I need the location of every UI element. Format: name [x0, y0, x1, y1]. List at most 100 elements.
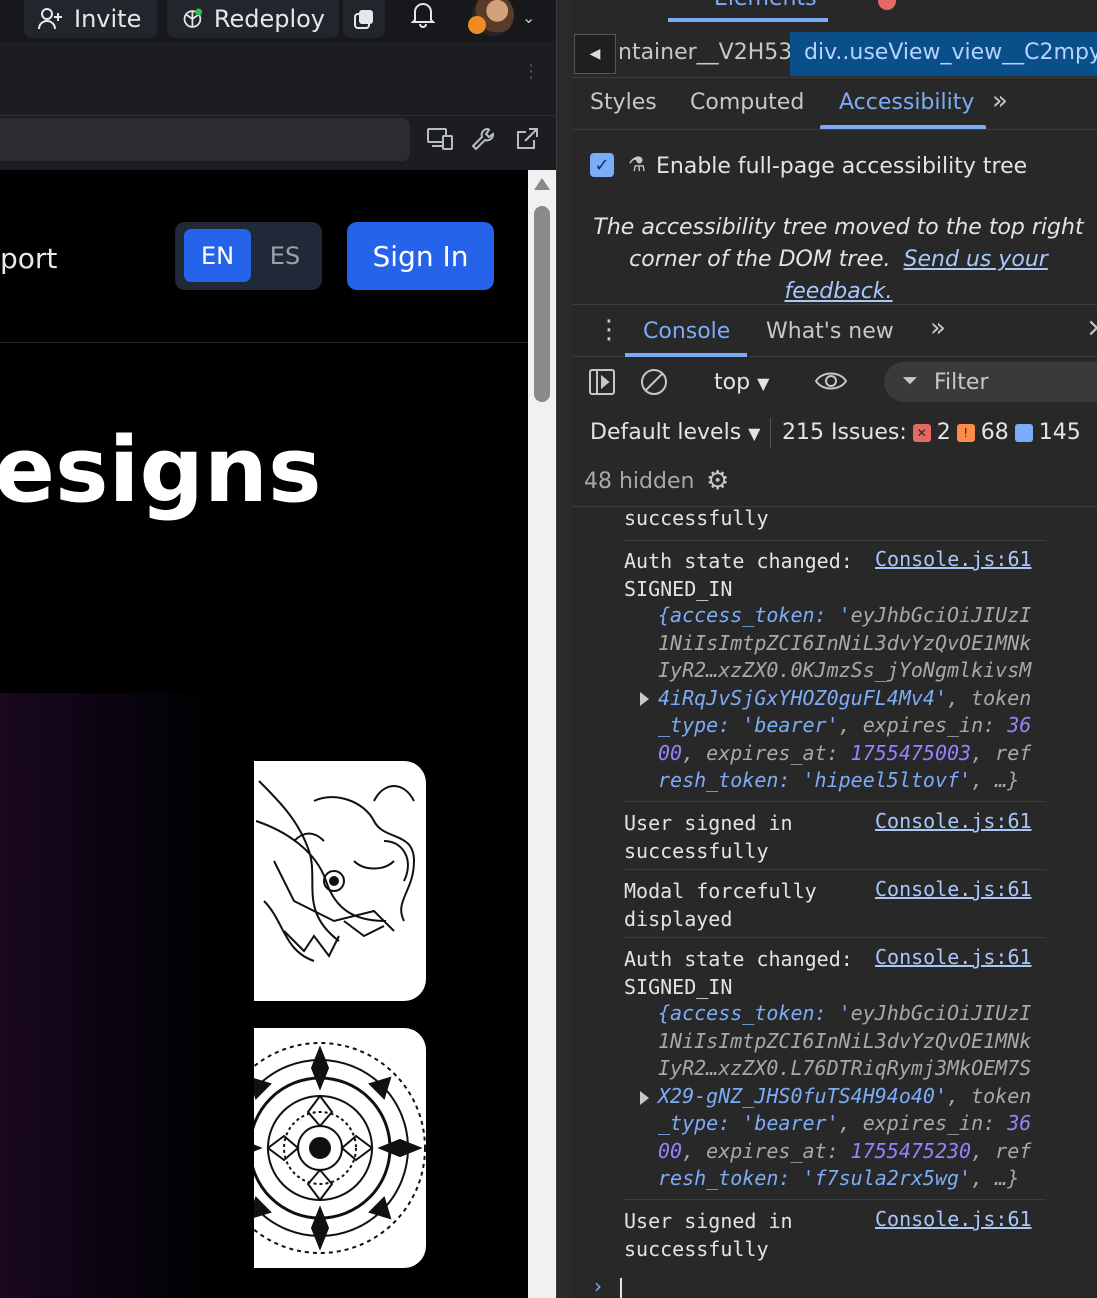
lang-en-button[interactable]: EN: [184, 229, 251, 282]
lang-es-button[interactable]: ES: [255, 229, 315, 282]
console-message: Modal forcefully displayed: [624, 879, 817, 931]
invite-button[interactable]: Invite: [24, 0, 157, 38]
breadcrumb-back-button[interactable]: ◀: [574, 34, 616, 74]
warning-icon: !: [956, 423, 975, 442]
console-prompt[interactable]: ›: [572, 1268, 1097, 1298]
issues-info-count: 145: [1038, 420, 1081, 445]
close-drawer-icon[interactable]: ×: [1086, 313, 1097, 343]
redeploy-icon: [183, 8, 203, 28]
full-tree-label[interactable]: Enable full-page accessibility tree: [656, 154, 1027, 179]
bell-icon: [410, 3, 436, 28]
breadcrumb: ◀ ntainer__V2H53 div..useView_view__C2mp…: [572, 30, 1097, 78]
add-user-icon: [38, 8, 62, 30]
sign-in-button[interactable]: Sign In: [347, 222, 494, 290]
issues-counter[interactable]: 215 Issues: ✕ 2 ! 68 145: [782, 420, 1081, 445]
object-line: 1NiIsImtpZCI6InNiL3dvYzQvOE1MNk: [658, 1028, 1032, 1053]
more-tabs-icon[interactable]: »: [992, 86, 1008, 116]
sidebar-tabs: Styles Computed Accessibility »: [572, 78, 1097, 130]
error-count-icon[interactable]: [878, 0, 896, 10]
external-link-icon[interactable]: [514, 126, 542, 152]
console-message: Auth state changed: SIGNED_IN: [624, 549, 853, 601]
wrench-icon[interactable]: [470, 126, 498, 152]
breadcrumb-item-selected[interactable]: div..useView_view__C2mpy: [790, 32, 1097, 76]
console-object[interactable]: {access_token: 'eyJhbGciOiJIUzI 1NiIsImt…: [658, 602, 1031, 795]
scroll-up-arrow[interactable]: [534, 178, 550, 190]
responsive-icon[interactable]: [426, 126, 454, 152]
clear-console-icon[interactable]: [640, 368, 668, 396]
toolbar-separator: [770, 418, 771, 448]
object-line: IyR2…xzZX0.L76DTRiqRymj3MkOEM7S: [658, 1056, 1032, 1080]
console-source-link[interactable]: Console.js:61: [875, 877, 1032, 901]
a11y-note: The accessibility tree moved to the top …: [586, 212, 1091, 308]
levels-dropdown-icon: ▼: [748, 424, 761, 443]
live-expression-eye-icon[interactable]: [814, 368, 848, 394]
sub-toolbar: ⋮: [0, 42, 556, 116]
avatar-badge: [468, 16, 486, 34]
mandala-design-card[interactable]: [254, 1028, 426, 1268]
sidebar-toggle-icon[interactable]: [588, 368, 616, 396]
console-source-link[interactable]: Console.js:61: [875, 945, 1032, 969]
object-line: _type: 'bearer', expires_in: 36: [658, 1111, 1032, 1135]
object-line: 1NiIsImtpZCI6InNiL3dvYzQvOE1MNk: [658, 630, 1032, 655]
expand-object-icon[interactable]: [640, 1091, 649, 1105]
invite-label: Invite: [74, 5, 142, 33]
pane-divider[interactable]: [556, 0, 572, 1298]
tab-computed[interactable]: Computed: [690, 90, 804, 115]
object-line: resh_token: 'hipeel5ltovf', …}: [658, 768, 1020, 792]
message-divider: [624, 801, 1046, 802]
full-tree-checkbox[interactable]: ✓: [590, 153, 614, 177]
issues-warning-count: 68: [980, 420, 1009, 445]
context-value: top: [714, 370, 751, 395]
tab-accessibility[interactable]: Accessibility: [839, 90, 974, 115]
redeploy-label: Redeploy: [213, 5, 325, 33]
preview-scrollbar[interactable]: [528, 170, 556, 1298]
header-divider: [0, 342, 528, 343]
preview-toolbar: [0, 116, 556, 170]
copy-button[interactable]: [343, 0, 385, 38]
object-line: 00, expires_at: 1755475003, ref: [658, 740, 1032, 765]
expand-object-icon[interactable]: [640, 692, 649, 706]
tab-elements[interactable]: Elements: [714, 0, 817, 11]
object-line: {access_token: 'eyJhbGciOiJIUzI: [658, 1001, 1032, 1025]
console-tab-indicator: [625, 353, 747, 357]
console-source-link[interactable]: Console.js:61: [875, 547, 1032, 571]
object-line: _type: 'bearer', expires_in: 36: [658, 713, 1032, 737]
issues-label: 215 Issues:: [782, 420, 907, 445]
tab-console[interactable]: Console: [643, 319, 730, 344]
breadcrumb-item[interactable]: ntainer__V2H53: [618, 40, 792, 65]
message-divider: [624, 869, 1046, 870]
copy-icon: [354, 10, 373, 29]
console-message: successfully: [624, 506, 769, 530]
preview-url-bar[interactable]: [0, 118, 410, 161]
message-divider: [624, 937, 1046, 938]
notifications-button[interactable]: [408, 0, 438, 30]
filter-input[interactable]: ⏷ Filter: [884, 362, 1097, 402]
mandala-image: [254, 1042, 426, 1254]
app-topbar: Invite Redeploy ⌄: [0, 0, 556, 42]
more-drawer-tabs-icon[interactable]: »: [930, 313, 946, 343]
drawer-menu-icon[interactable]: ⋮: [596, 315, 622, 345]
redeploy-button[interactable]: Redeploy: [167, 0, 339, 38]
object-line: X29-gNZ_JHS0fuTS4H94o40', token: [658, 1083, 1032, 1108]
log-levels-label: Default levels: [590, 420, 742, 445]
log-levels-dropdown[interactable]: Default levels ▼: [590, 420, 760, 445]
scroll-thumb[interactable]: [534, 206, 550, 402]
prompt-caret: [620, 1278, 622, 1298]
error-icon: ✕: [912, 423, 931, 442]
dragon-design-card[interactable]: [254, 761, 426, 1001]
console-settings-gear-icon[interactable]: ⚙: [706, 466, 729, 496]
accessibility-tab-indicator: [820, 125, 986, 129]
console-source-link[interactable]: Console.js:61: [875, 1207, 1032, 1231]
console-message: Auth state changed: SIGNED_IN: [624, 947, 853, 999]
object-line: {access_token: 'eyJhbGciOiJIUzI: [658, 603, 1032, 627]
context-selector[interactable]: top ▼: [714, 370, 769, 395]
filter-placeholder: Filter: [934, 370, 989, 395]
console-source-link[interactable]: Console.js:61: [875, 809, 1032, 833]
chevron-down-icon[interactable]: ⌄: [522, 8, 535, 27]
object-line: 4iRqJvSjGxYHOZ0guFL4Mv4', token: [658, 685, 1032, 710]
tab-whats-new[interactable]: What's new: [766, 319, 894, 344]
nav-link-support[interactable]: port: [0, 242, 57, 275]
console-object[interactable]: {access_token: 'eyJhbGciOiJIUzI 1NiIsImt…: [658, 1000, 1031, 1193]
kebab-icon[interactable]: ⋮: [522, 63, 540, 81]
tab-styles[interactable]: Styles: [590, 90, 657, 115]
